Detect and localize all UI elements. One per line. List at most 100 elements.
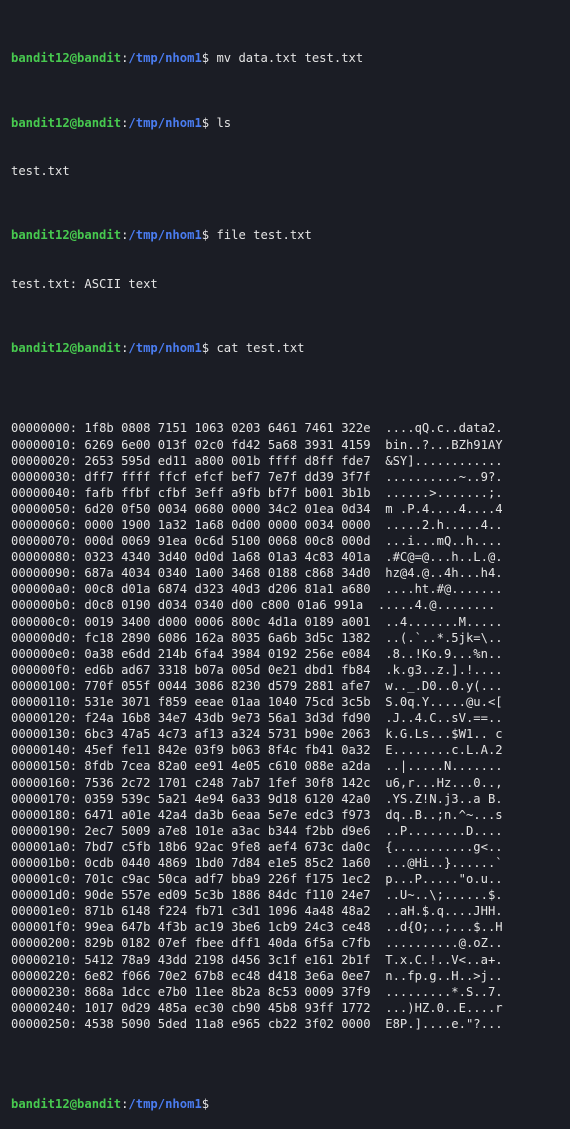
hexdump-row: 00000150: 8fdb 7cea 82a0 ee91 4e05 c610 … [11, 758, 570, 774]
hexdump-bytes: 2ec7 5009 a7e8 101e a3ac b344 f2bb d9e6 [84, 823, 371, 838]
hexdump-offset: 000001a0: [11, 839, 78, 854]
hexdump-offset: 000001f0: [11, 920, 78, 935]
hexdump-row: 00000100: 770f 055f 0044 3086 8230 d579 … [11, 678, 570, 694]
hexdump-offset: 000001c0: [11, 872, 78, 887]
hexdump-offset: 000001e0: [11, 904, 78, 919]
prompt-line: bandit12@bandit:/tmp/nhom1$ mv data.txt … [11, 50, 570, 66]
hexdump-row: 00000240: 1017 0d29 485a ec30 cb90 45b8 … [11, 1000, 570, 1016]
hexdump-ascii: ...@Hi..}......` [385, 855, 503, 870]
hexdump-row: 00000180: 6471 a01e 42a4 da3b 6eaa 5e7e … [11, 807, 570, 823]
hexdump-bytes: 0323 4340 3d40 0d0d 1a68 01a3 4c83 401a [84, 550, 371, 565]
command-output: test.txt [11, 163, 70, 178]
hexdump-bytes: d0c8 0190 d034 0340 d00 c800 01a6 991a [84, 598, 364, 613]
hexdump-row: 00000010: 6269 6e00 013f 02c0 fd42 5a68 … [11, 437, 570, 453]
hexdump-ascii: .YS.Z!N.j3..a B. [385, 791, 503, 806]
prompt-path: /tmp/nhom1 [128, 51, 202, 66]
hexdump-offset: 00000250: [11, 1016, 78, 1031]
hexdump-offset: 00000050: [11, 501, 78, 516]
command-text: ls [209, 115, 232, 130]
hexdump-row: 000000c0: 0019 3400 d000 0006 800c 4d1a … [11, 614, 570, 630]
hexdump-offset: 00000090: [11, 566, 78, 581]
hexdump-ascii: m .P.4....4....4 [385, 501, 503, 516]
hexdump-bytes: 7bd7 c5fb 18b6 92ac 9fe8 aef4 673c da0c [84, 839, 371, 854]
prompt-line: bandit12@bandit:/tmp/nhom1$ cat test.txt [11, 340, 570, 356]
hexdump-bytes: 8fdb 7cea 82a0 ee91 4e05 c610 088e a2da [84, 759, 371, 774]
hexdump-row: 00000250: 4538 5090 5ded 11a8 e965 cb22 … [11, 1016, 570, 1032]
hexdump-offset: 00000060: [11, 518, 78, 532]
active-prompt-line[interactable]: bandit12@bandit:/tmp/nhom1$ [11, 1096, 570, 1112]
hexdump-bytes: 0a38 e6dd 214b 6fa4 3984 0192 256e e084 [84, 646, 371, 661]
text-cursor[interactable] [209, 1097, 216, 1110]
hexdump-offset: 00000220: [11, 968, 78, 983]
hexdump-ascii: .k.g3..z.].!.... [385, 662, 503, 677]
hexdump-ascii: k.G.Ls...$W1.. c [385, 727, 503, 742]
hexdump-row: 00000060: 0000 1900 1a32 1a68 0d00 0000 … [11, 517, 570, 533]
hexdump-row: 00000230: 868a 1dcc e7b0 11ee 8b2a 8c53 … [11, 984, 570, 1000]
hexdump-ascii: E........c.L.A.2 [385, 743, 503, 758]
hexdump-row: 000001e0: 871b 6148 f224 fb71 c3d1 1096 … [11, 903, 570, 919]
hexdump-ascii: ..........@.oZ.. [385, 936, 503, 951]
hexdump-row: 00000040: fafb ffbf cfbf 3eff a9fb bf7f … [11, 485, 570, 501]
prompt-user-host: bandit12@bandit [11, 228, 122, 243]
hexdump-ascii: ..P........D.... [385, 823, 503, 838]
hexdump-offset: 00000110: [11, 695, 78, 710]
hexdump-ascii: ..4.......M..... [385, 614, 503, 629]
hexdump-ascii: hz@4.@..4h...h4. [385, 566, 503, 581]
command-text: mv data.txt test.txt [209, 51, 364, 66]
hexdump-offset: 00000010: [11, 437, 78, 452]
hexdump-row: 00000220: 6e82 f066 70e2 67b8 ec48 d418 … [11, 968, 570, 984]
hexdump-ascii: u6,r...Hz...0.., [385, 775, 503, 790]
hexdump-offset: 00000130: [11, 727, 78, 742]
hexdump-bytes: 6bc3 47a5 4c73 af13 a324 5731 b90e 2063 [84, 727, 371, 742]
hexdump-ascii: E8P.]....e."?... [385, 1016, 503, 1031]
hexdump-bytes: 7536 2c72 1701 c248 7ab7 1fef 30f8 142c [84, 775, 371, 790]
hexdump-ascii: ....qQ.c..data2. [385, 421, 503, 436]
hexdump-row: 00000120: f24a 16b8 34e7 43db 9e73 56a1 … [11, 710, 570, 726]
hexdump-offset: 000000c0: [11, 614, 78, 629]
hexdump-bytes: 00c8 d01a 6874 d323 40d3 d206 81a1 a680 [84, 582, 371, 597]
hexdump-ascii: n..fp.g..H..>j.. [385, 968, 503, 983]
prompt-path: /tmp/nhom1 [128, 340, 202, 355]
prompt-user-host: bandit12@bandit [11, 115, 122, 130]
hexdump-offset: 000000d0: [11, 630, 78, 645]
hexdump-bytes: fafb ffbf cfbf 3eff a9fb bf7f b001 3b1b [84, 485, 371, 500]
prompt-line: bandit12@bandit:/tmp/nhom1$ file test.tx… [11, 227, 570, 243]
prompt-dollar: $ [201, 1097, 210, 1112]
hexdump-bytes: 829b 0182 07ef fbee dff1 40da 6f5a c7fb [84, 936, 371, 951]
hexdump-row: 000001d0: 90de 557e ed09 5c3b 1886 84dc … [11, 887, 570, 903]
hexdump-bytes: 1f8b 0808 7151 1063 0203 6461 7461 322e [84, 421, 371, 436]
hexdump-bytes: 99ea 647b 4f3b ac19 3be6 1cb9 24c3 ce48 [84, 920, 371, 935]
hexdump-bytes: 5412 78a9 43dd 2198 d456 3c1f e161 2b1f [84, 952, 371, 967]
hexdump-ascii: ..aH.$.q....JHH. [385, 904, 503, 919]
hexdump-bytes: 0359 539c 5a21 4e94 6a33 9d18 6120 42a0 [84, 791, 371, 806]
hexdump-ascii: .8..!Ko.9...%n.. [385, 646, 503, 661]
hexdump-row: 00000020: 2653 595d ed11 a800 001b ffff … [11, 453, 570, 469]
hexdump-bytes: 2653 595d ed11 a800 001b ffff d8ff fde7 [84, 453, 371, 468]
hexdump-offset: 00000200: [11, 936, 78, 951]
hexdump-offset: 000000b0: [11, 598, 78, 613]
hexdump-bytes: dff7 ffff ffcf efcf bef7 7e7f dd39 3f7f [84, 469, 371, 484]
hexdump-offset: 000000f0: [11, 662, 78, 677]
hexdump-row: 00000080: 0323 4340 3d40 0d0d 1a68 01a3 … [11, 549, 570, 565]
hexdump-bytes: f24a 16b8 34e7 43db 9e73 56a1 3d3d fd90 [84, 711, 371, 726]
hexdump-bytes: 6e82 f066 70e2 67b8 ec48 d418 3e6a 0ee7 [84, 968, 371, 983]
hexdump-ascii: ..........~..9?. [385, 469, 503, 484]
hexdump-offset: 00000100: [11, 678, 78, 693]
hexdump-ascii: .#C@=@...h..L.@. [385, 550, 503, 565]
hexdump-bytes: 6269 6e00 013f 02c0 fd42 5a68 3931 4159 [84, 437, 371, 452]
hexdump-ascii: ..(.`..*.5jk=\.. [385, 630, 503, 645]
terminal-window[interactable]: bandit12@bandit:/tmp/nhom1$ mv data.txt … [0, 0, 570, 1129]
hexdump-row: 00000160: 7536 2c72 1701 c248 7ab7 1fef … [11, 775, 570, 791]
hexdump-ascii: w.._.D0..0.y(... [385, 678, 503, 693]
hexdump-row: 000001a0: 7bd7 c5fb 18b6 92ac 9fe8 aef4 … [11, 839, 570, 855]
hexdump-ascii: .....4.@........ [377, 598, 496, 613]
hexdump-offset: 00000020: [11, 453, 78, 468]
hexdump-ascii: bin..?...BZh91AY [385, 437, 503, 452]
prompt-user-host: bandit12@bandit [11, 1097, 122, 1112]
hexdump-ascii: ..|.....N....... [385, 759, 503, 774]
hexdump-row: 00000170: 0359 539c 5a21 4e94 6a33 9d18 … [11, 791, 570, 807]
hexdump-row: 00000050: 6d20 0f50 0034 0680 0000 34c2 … [11, 501, 570, 517]
hexdump-offset: 00000140: [11, 743, 78, 758]
hexdump-ascii: ..U~..\;......$. [385, 888, 503, 903]
hexdump-bytes: 871b 6148 f224 fb71 c3d1 1096 4a48 48a2 [84, 904, 371, 919]
